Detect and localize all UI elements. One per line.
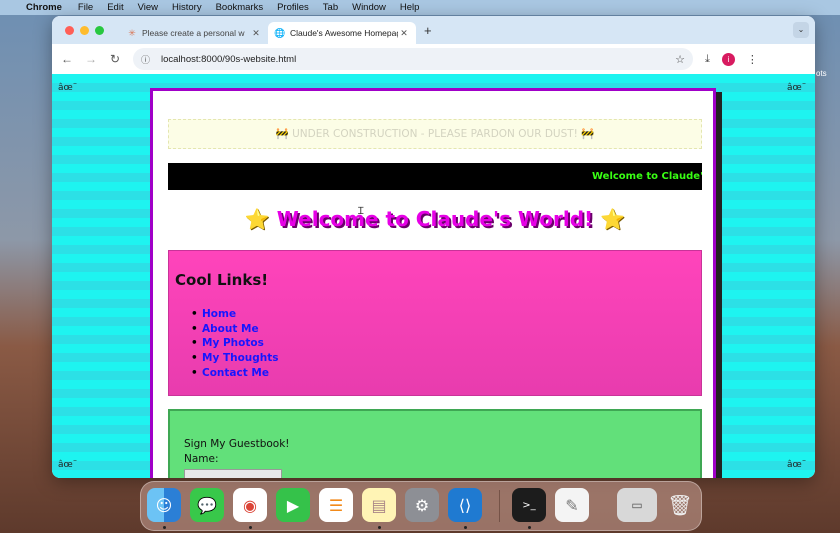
close-tab-icon[interactable]: ✕ bbox=[398, 28, 410, 39]
browser-window: ✳ Please create a personal w ✕ 🌐 Claude'… bbox=[52, 16, 815, 478]
menu-tab[interactable]: Tab bbox=[323, 2, 338, 13]
menu-edit[interactable]: Edit bbox=[107, 2, 123, 13]
page-title: ⭐ Welcome to Claude's World! ⭐ bbox=[168, 207, 702, 231]
browser-toolbar: ← → ↻ ⓘ localhost:8000/90s-website.html … bbox=[52, 44, 815, 74]
welcome-title-text: Welcome to Claude's World! bbox=[276, 207, 594, 231]
corner-sparkle-bottom-left: âœ¨ bbox=[58, 460, 78, 470]
menu-bookmarks[interactable]: Bookmarks bbox=[216, 2, 264, 13]
more-menu-icon[interactable]: ⋮ bbox=[747, 53, 758, 66]
tab-search-icon[interactable]: ⌄ bbox=[793, 22, 809, 38]
menu-help[interactable]: Help bbox=[400, 2, 420, 13]
menu-bar: Chrome File Edit View History Bookmarks … bbox=[0, 0, 840, 15]
marquee-text: Welcome to Claude's I bbox=[592, 171, 702, 182]
bookmark-star-icon[interactable]: ☆ bbox=[675, 53, 685, 66]
globe-icon: 🌐 bbox=[274, 27, 286, 38]
toolbar-actions: ⤓ i ⋮ bbox=[705, 52, 758, 66]
running-indicator bbox=[528, 526, 531, 529]
link-home[interactable]: Home bbox=[191, 307, 279, 322]
profile-avatar[interactable]: i bbox=[721, 52, 735, 66]
running-indicator bbox=[378, 526, 381, 529]
welcome-marquee: Welcome to Claude's I bbox=[168, 163, 702, 190]
close-window-button[interactable] bbox=[65, 25, 74, 35]
menu-profiles[interactable]: Profiles bbox=[277, 2, 309, 13]
running-indicator bbox=[464, 526, 467, 529]
zoom-window-button[interactable] bbox=[95, 25, 104, 35]
corner-sparkle-top-right: âœ¨ bbox=[787, 83, 807, 93]
tab-title: Please create a personal w bbox=[142, 28, 245, 38]
tab-claude-chat[interactable]: ✳ Please create a personal w ✕ bbox=[120, 22, 268, 44]
link-contact-me[interactable]: Contact Me bbox=[191, 366, 279, 381]
screenshot-thumbnail-icon[interactable]: ▭ bbox=[617, 488, 657, 522]
text-cursor-icon: Ɪ bbox=[358, 206, 364, 217]
links-list: Home About Me My Photos My Thoughts Cont… bbox=[191, 307, 279, 380]
minimize-window-button[interactable] bbox=[80, 25, 89, 35]
textedit-icon[interactable]: ✎ bbox=[555, 488, 589, 522]
running-indicator bbox=[163, 526, 166, 529]
link-my-photos[interactable]: My Photos bbox=[191, 336, 279, 351]
address-bar[interactable]: ⓘ localhost:8000/90s-website.html ☆ bbox=[133, 48, 693, 70]
name-input[interactable] bbox=[184, 469, 282, 478]
site-info-icon[interactable]: ⓘ bbox=[141, 53, 155, 66]
link-my-thoughts[interactable]: My Thoughts bbox=[191, 351, 279, 366]
menu-app-name[interactable]: Chrome bbox=[26, 2, 62, 13]
dock-separator bbox=[499, 490, 500, 522]
download-icon[interactable]: ⤓ bbox=[705, 53, 710, 66]
corner-sparkle-bottom-right: âœ¨ bbox=[787, 460, 807, 470]
tab-bar: ✳ Please create a personal w ✕ 🌐 Claude'… bbox=[52, 16, 815, 44]
under-construction-banner: 🚧 UNDER CONSTRUCTION - PLEASE PARDON OUR… bbox=[168, 119, 702, 149]
link-about-me[interactable]: About Me bbox=[191, 322, 279, 337]
menu-history[interactable]: History bbox=[172, 2, 202, 13]
cool-links-section: Cool Links! Home About Me My Photos My T… bbox=[168, 250, 702, 396]
close-tab-icon[interactable]: ✕ bbox=[250, 28, 262, 39]
vscode-icon[interactable]: ⟨⟩ bbox=[448, 488, 482, 522]
menu-view[interactable]: View bbox=[138, 2, 158, 13]
star-icon: ⭐ bbox=[244, 207, 270, 231]
reload-icon[interactable]: ↻ bbox=[103, 52, 127, 66]
links-heading: Cool Links! bbox=[175, 271, 269, 289]
claude-sparkle-icon: ✳ bbox=[128, 27, 136, 38]
desktop-label: ots bbox=[816, 69, 827, 78]
reminders-icon[interactable]: ☰ bbox=[319, 488, 353, 522]
notes-icon[interactable]: ▤ bbox=[362, 488, 396, 522]
name-label: Name: bbox=[184, 453, 219, 465]
messages-icon[interactable]: 💬 bbox=[190, 488, 224, 522]
main-content-box: 🚧 UNDER CONSTRUCTION - PLEASE PARDON OUR… bbox=[150, 88, 716, 478]
chrome-icon[interactable]: ◉ bbox=[233, 488, 267, 522]
finder-icon[interactable]: ☺ bbox=[147, 488, 181, 522]
tab-homepage[interactable]: 🌐 Claude's Awesome Homepag ✕ bbox=[268, 22, 416, 44]
tab-title: Claude's Awesome Homepag bbox=[290, 28, 398, 38]
back-icon[interactable]: ← bbox=[55, 52, 79, 66]
star-icon: ⭐ bbox=[600, 207, 626, 231]
running-indicator bbox=[249, 526, 252, 529]
new-tab-button[interactable]: + bbox=[424, 23, 432, 38]
dock: ☺ 💬 ◉ ▶ ☰ ▤ ⚙ ⟨⟩ >_ ✎ ▭ 🗑 bbox=[140, 481, 702, 531]
guestbook-title: Sign My Guestbook! bbox=[184, 438, 290, 450]
menu-file[interactable]: File bbox=[78, 2, 93, 13]
facetime-icon[interactable]: ▶ bbox=[276, 488, 310, 522]
forward-icon[interactable]: → bbox=[79, 52, 103, 66]
guestbook-section: Sign My Guestbook! Name: bbox=[168, 409, 702, 478]
window-controls bbox=[65, 25, 104, 35]
url-text[interactable]: localhost:8000/90s-website.html bbox=[161, 54, 675, 65]
menu-window[interactable]: Window bbox=[352, 2, 386, 13]
trash-icon[interactable]: 🗑 bbox=[663, 488, 697, 522]
page-viewport: âœ¨ âœ¨ âœ¨ âœ¨ 🚧 UNDER CONSTRUCTION - P… bbox=[52, 74, 815, 478]
corner-sparkle-top-left: âœ¨ bbox=[58, 83, 78, 93]
terminal-icon[interactable]: >_ bbox=[512, 488, 546, 522]
system-settings-icon[interactable]: ⚙ bbox=[405, 488, 439, 522]
